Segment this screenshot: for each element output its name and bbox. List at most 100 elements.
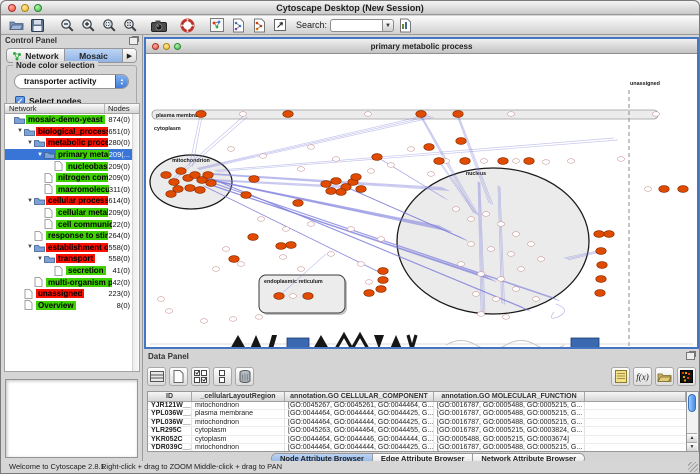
zoom-out-button[interactable] — [56, 17, 77, 34]
gene-node[interactable] — [279, 255, 286, 260]
highlighted-gene-node[interactable] — [176, 168, 186, 175]
tree-row-cellular-metabo[interactable]: cellular metabo209(0) — [5, 207, 139, 219]
tree-row-macromolecule[interactable]: macromolecule311(0) — [5, 184, 139, 196]
highlighted-gene-node[interactable] — [195, 187, 205, 194]
highlighted-gene-node[interactable] — [293, 200, 303, 207]
gene-node[interactable] — [357, 262, 364, 267]
cell-func[interactable]: [GO:0016787, GO:0005488, GO:0005215, G..… — [434, 444, 585, 452]
search-input[interactable] — [330, 19, 382, 32]
close-button[interactable] — [8, 4, 16, 12]
search-index-button[interactable] — [394, 17, 415, 34]
cell-id[interactable]: YKR052C — [148, 436, 192, 444]
highlighted-gene-node[interactable] — [596, 248, 606, 255]
gene-node[interactable] — [257, 217, 264, 222]
cell-comp[interactable]: [GO:0045263, GO:0044464, GO:0044455, G..… — [285, 427, 434, 435]
minimize-button[interactable] — [163, 43, 170, 50]
tree-row-multi-organism-pro[interactable]: multi-organism pro42(0) — [5, 276, 139, 288]
unselect-attributes-button[interactable] — [213, 367, 232, 386]
highlighted-gene-node[interactable] — [595, 290, 605, 297]
cell-comp[interactable]: [GO:0045267, GO:0045261, GO:0044464, G..… — [285, 402, 434, 410]
highlighted-gene-node[interactable] — [376, 286, 386, 293]
gene-node[interactable] — [297, 167, 304, 172]
highlighted-gene-node[interactable] — [351, 174, 361, 181]
tree-row-cell-communicat[interactable]: cell communicat22(0) — [5, 218, 139, 230]
gene-node[interactable] — [327, 252, 334, 257]
highlighted-gene-node[interactable] — [453, 111, 463, 118]
tree-row-overview[interactable]: Overview8(0) — [5, 300, 139, 312]
gene-node[interactable] — [492, 297, 499, 302]
highlighted-gene-node[interactable] — [498, 158, 508, 165]
highlighted-gene-node[interactable] — [356, 186, 366, 193]
gene-node[interactable] — [452, 207, 459, 212]
highlighted-gene-node[interactable] — [274, 293, 284, 300]
highlighted-gene-node[interactable] — [378, 268, 388, 275]
gene-node[interactable] — [347, 227, 354, 232]
gene-node[interactable] — [477, 272, 484, 277]
gene-node[interactable] — [229, 317, 236, 322]
gene-node[interactable] — [332, 157, 339, 162]
highlighted-gene-node[interactable] — [460, 158, 470, 165]
expand-arrow-icon[interactable]: ▼ — [26, 140, 34, 146]
cell-func[interactable]: [GO:0016787, GO:0005215, GO:0003824, G..… — [434, 427, 585, 435]
gene-node[interactable] — [387, 163, 394, 168]
birds-eye-view[interactable] — [5, 379, 138, 458]
gene-node[interactable] — [487, 247, 494, 252]
highlighted-gene-node[interactable] — [241, 192, 251, 199]
import-attributes-button[interactable] — [655, 367, 674, 386]
search-dropdown-arrow-icon[interactable]: ▼ — [382, 19, 394, 32]
gene-node[interactable] — [482, 212, 489, 217]
cell-region[interactable]: cytoplasm — [192, 436, 285, 444]
gene-node[interactable] — [255, 315, 262, 320]
zoom-button[interactable] — [34, 4, 42, 12]
gene-node[interactable] — [200, 319, 207, 324]
highlighted-gene-node[interactable] — [678, 186, 688, 193]
gene-node[interactable] — [297, 267, 304, 272]
table-row-yjr121w-1[interactable]: YJR121W__1mitochondrion[GO:0045267, GO:0… — [148, 402, 686, 411]
minimize-button[interactable] — [21, 4, 29, 12]
zoom-in-button[interactable] — [77, 17, 98, 34]
zoom-fit-button[interactable] — [119, 17, 140, 34]
gene-node[interactable] — [407, 147, 414, 152]
highlighted-gene-node[interactable] — [331, 178, 341, 185]
gene-node[interactable] — [157, 297, 164, 302]
gene-node[interactable] — [567, 159, 574, 164]
gene-node[interactable] — [512, 159, 519, 164]
cell-region[interactable]: cytoplasm — [192, 427, 285, 435]
tree-row-nucleobase[interactable]: nucleobase-209(0) — [5, 160, 139, 172]
column-header-annotation-go-cellular-component[interactable]: annotation.GO CELLULAR_COMPONENT — [285, 392, 434, 401]
cell-region[interactable]: mitochondrion — [192, 402, 285, 410]
float-panel-icon[interactable] — [129, 37, 138, 45]
tree-row-unassigned[interactable]: unassigned223(0) — [5, 288, 139, 300]
highlighted-gene-node[interactable] — [604, 231, 614, 238]
gene-node[interactable] — [617, 157, 624, 162]
scroll-up-icon[interactable]: ▲ — [687, 433, 697, 442]
cell-func[interactable]: [GO:0016787, GO:0005488, GO:0005215, G..… — [434, 410, 585, 418]
snapshot-button[interactable] — [148, 17, 169, 34]
highlighted-gene-node[interactable] — [303, 293, 313, 300]
zoom-button[interactable] — [174, 43, 181, 50]
highlighted-gene-node[interactable] — [524, 158, 534, 165]
highlighted-gene-node[interactable] — [185, 185, 195, 192]
gene-node[interactable] — [507, 252, 514, 257]
highlighted-gene-node[interactable] — [249, 176, 259, 183]
gene-node[interactable] — [467, 217, 474, 222]
cell-id[interactable]: YPL036W__1 — [148, 419, 192, 427]
gene-node[interactable] — [542, 160, 549, 165]
cell-id[interactable]: YLR295C — [148, 427, 192, 435]
tree-row-metabolic-process[interactable]: ▼metabolic process280(0) — [5, 137, 139, 149]
cell-comp[interactable]: [GO:0044464, GO:0044446, GO:0044444, G..… — [285, 436, 434, 444]
highlighted-gene-node[interactable] — [424, 144, 434, 151]
highlighted-gene-node[interactable] — [336, 189, 346, 196]
table-row-ylr295c[interactable]: YLR295Ccytoplasm[GO:0045263, GO:0044464,… — [148, 427, 686, 436]
gene-node[interactable] — [227, 147, 234, 152]
gene-node[interactable] — [517, 267, 524, 272]
highlighted-gene-node[interactable] — [659, 186, 669, 193]
highlighted-gene-node[interactable] — [166, 191, 176, 198]
cell-comp[interactable]: [GO:0044464, GO:0044444, GO:0044425, G..… — [285, 410, 434, 418]
highlighted-gene-node[interactable] — [594, 231, 604, 238]
expand-arrow-icon[interactable]: ▼ — [36, 256, 44, 262]
cell-comp[interactable]: [GO:0044464, GO:0044444, GO:0044425, G..… — [285, 419, 434, 427]
gene-node[interactable] — [307, 222, 314, 227]
tree-row-primary-metabo[interactable]: ▼primary metabo209(... — [5, 149, 139, 161]
help-button[interactable] — [177, 17, 198, 34]
